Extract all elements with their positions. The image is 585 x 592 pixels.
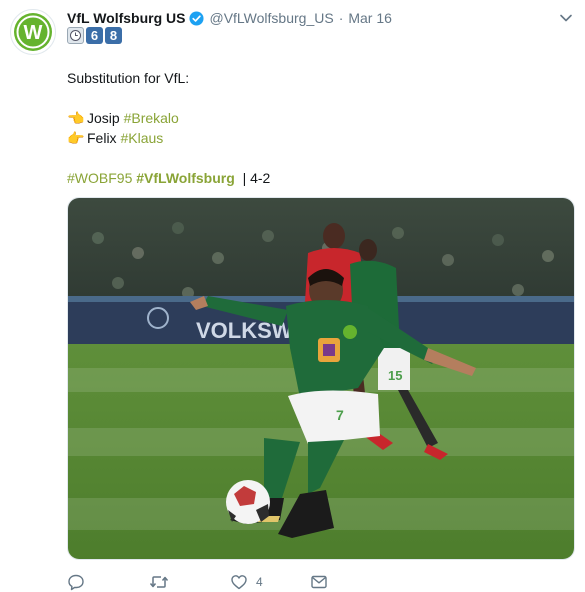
heart-icon [231, 575, 247, 590]
tweet-card: W VfL Wolfsburg US @VfLWolfsburg_US · Ma… [0, 0, 585, 592]
football [226, 480, 270, 524]
retweet-icon [149, 576, 169, 588]
score-text: | 4-2 [242, 170, 271, 186]
author-handle[interactable]: @VfLWolfsburg_US [209, 10, 333, 26]
tweet-text: Substitution for VfL: 👈 Josip #Brekalo 👉 F… [67, 68, 270, 188]
tweet-actions: 4 [67, 573, 367, 591]
hashtag-link[interactable]: #WOBF95 [67, 170, 132, 186]
retweet-action[interactable] [149, 573, 169, 591]
reply-action[interactable] [67, 573, 85, 591]
tweet-line-2: 👈 Josip #Brekalo [67, 108, 270, 128]
chevron-down-icon[interactable] [559, 11, 573, 25]
verified-badge-icon [189, 10, 205, 26]
hand-pointing-left-icon: 👈 [67, 110, 85, 126]
hand-pointing-right-icon: 👉 [67, 130, 85, 146]
hashtag-link[interactable]: #Brekalo [124, 110, 179, 126]
vfl-logo-icon: W [14, 13, 52, 51]
tweet-line-3: 👉 Felix #Klaus [67, 128, 270, 148]
svg-text:W: W [24, 22, 43, 44]
separator-dot: · [338, 10, 344, 26]
profile-badges: 6 8 [67, 27, 122, 44]
hashtag-link[interactable]: #Klaus [120, 130, 163, 146]
envelope-icon [311, 575, 327, 589]
tweet-line-4: #WOBF95 #VfLWolfsburg | 4-2 [67, 168, 270, 188]
tweet-line-1: Substitution for VfL: [67, 70, 190, 86]
like-action[interactable]: 4 [230, 573, 263, 591]
jersey-number-15: 15 [388, 368, 402, 383]
like-count: 4 [256, 575, 263, 589]
tweet-photo[interactable]: VOLKSW 15 7 [67, 197, 575, 560]
profile-avatar[interactable]: W [10, 9, 56, 55]
badge-digit-6: 6 [86, 27, 103, 44]
hashtag-link[interactable]: #VfLWolfsburg [136, 170, 235, 186]
author-name[interactable]: VfL Wolfsburg US [67, 10, 185, 26]
player-in-name: Josip [87, 110, 120, 126]
tweet-header: VfL Wolfsburg US @VfLWolfsburg_US · Mar … [67, 9, 392, 27]
football-photo: VOLKSW 15 7 [68, 198, 574, 559]
clock-icon [67, 27, 84, 44]
jersey-number-7: 7 [336, 407, 344, 423]
badge-digit-8: 8 [105, 27, 122, 44]
tweet-date[interactable]: Mar 16 [348, 10, 392, 26]
player-out-name: Felix [87, 130, 117, 146]
direct-message-action[interactable] [310, 573, 328, 591]
reply-icon [68, 574, 84, 591]
